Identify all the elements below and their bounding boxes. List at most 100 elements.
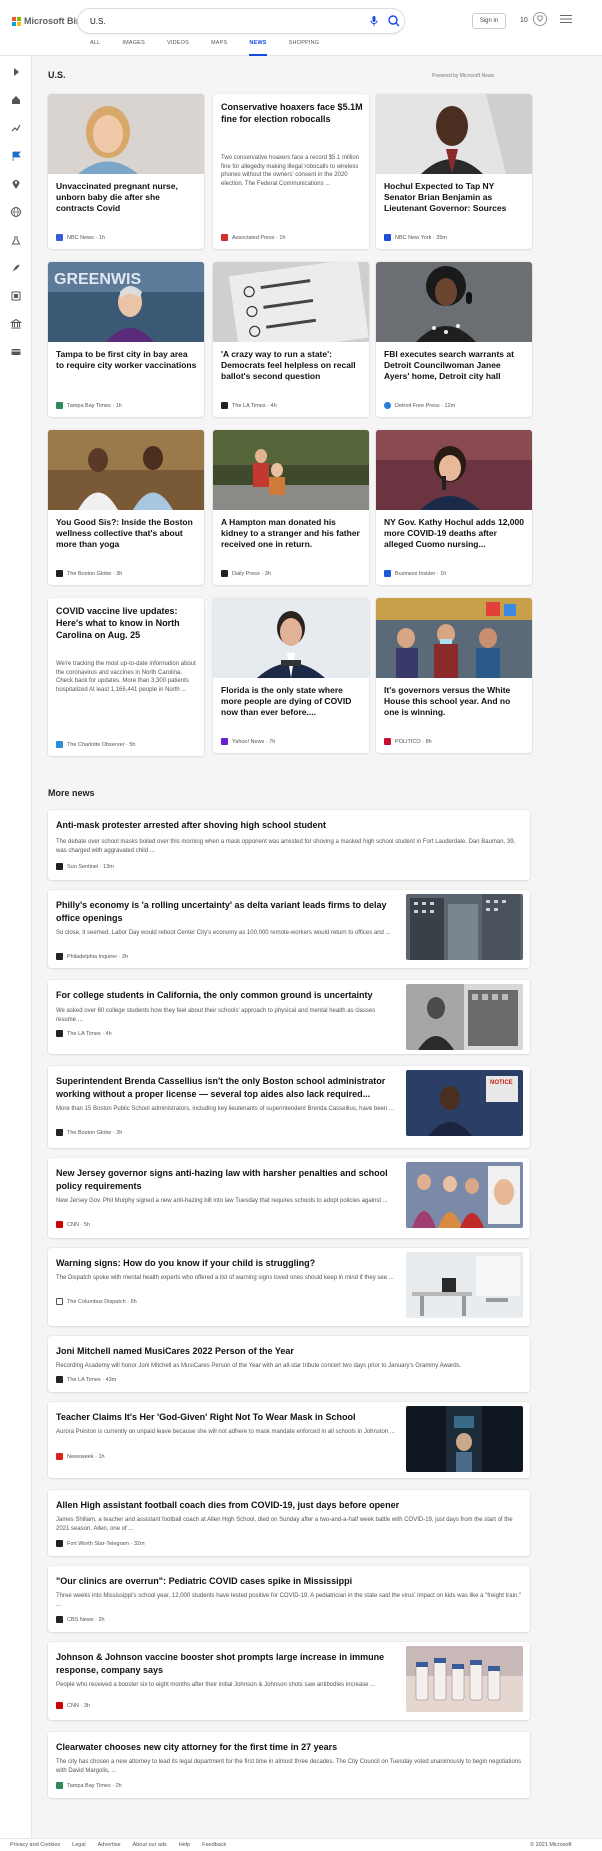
item-source: Fort Worth Star-Telegram · 32m [56,1540,145,1547]
card-headline[interactable]: A Hampton man donated his kidney to a st… [221,517,363,550]
item-description: The Dispatch spoke with mental health ex… [56,1275,394,1281]
rewards-trophy-icon[interactable] [533,12,547,26]
item-title[interactable]: Allen High assistant football coach dies… [56,1499,399,1512]
tab-images[interactable]: IMAGES [122,38,145,56]
card-headline[interactable]: NY Gov. Kathy Hochul adds 12,000 more CO… [384,517,526,550]
news-list-item[interactable]: "Our clinics are overrun": Pediatric COV… [48,1566,530,1632]
news-card[interactable]: Unvaccinated pregnant nurse, unborn baby… [48,94,204,249]
news-list-item[interactable]: Allen High assistant football coach dies… [48,1490,530,1556]
source-logo-icon [221,570,228,577]
rocket-icon[interactable] [10,262,22,274]
item-title[interactable]: Johnson & Johnson vaccine booster shot p… [56,1651,396,1677]
item-title[interactable]: New Jersey governor signs anti-hazing la… [56,1167,396,1193]
news-card[interactable]: NY Gov. Kathy Hochul adds 12,000 more CO… [376,430,532,585]
rewards-count[interactable]: 10 [520,17,528,24]
nurse-photo [48,94,204,174]
item-title[interactable]: "Our clinics are overrun": Pediatric COV… [56,1575,352,1588]
source-logo-icon [56,741,63,748]
news-card[interactable]: It's governors versus the White House th… [376,598,532,753]
news-card[interactable]: FBI executes search warrants at Detroit … [376,262,532,417]
college-student-thumbnail [406,984,523,1050]
trending-icon[interactable] [10,122,22,134]
footer-link-feedback[interactable]: Feedback [202,1842,226,1848]
footer-link-privacy[interactable]: Privacy and Cookies [10,1842,60,1848]
school-classroom-photo [376,598,532,678]
item-title[interactable]: Teacher Claims It's Her 'God-Given' Righ… [56,1411,396,1424]
news-card[interactable]: Florida is the only state where more peo… [213,598,369,753]
item-title[interactable]: Joni Mitchell named MusiCares 2022 Perso… [56,1345,294,1358]
news-card[interactable]: Conservative hoaxers face $5.1M fine for… [213,94,369,249]
councilwoman-photo [376,262,532,342]
footer-link-help[interactable]: Help [179,1842,190,1848]
card-headline[interactable]: Florida is the only state where more peo… [221,685,363,718]
source-logo-icon [56,1030,63,1037]
card-headline[interactable]: Hochul Expected to Tap NY Senator Brian … [384,181,526,214]
item-title[interactable]: Warning signs: How do you know if your c… [56,1257,396,1270]
news-list-item[interactable]: Philly's economy is 'a rolling uncertain… [48,890,530,968]
search-icon [388,15,400,27]
microsoft-logo-icon [12,16,21,26]
card-headline[interactable]: You Good Sis?: Inside the Boston wellnes… [56,517,198,550]
item-title[interactable]: Anti-mask protester arrested after shovi… [56,819,326,832]
news-list-item[interactable]: Anti-mask protester arrested after shovi… [48,810,530,880]
vaccine-vials-thumbnail [406,1646,523,1712]
card-headline[interactable]: Conservative hoaxers face $5.1M fine for… [221,101,363,125]
card-headline[interactable]: Tampa to be first city in bay area to re… [56,349,198,371]
bing-logo[interactable]: Microsoft Bing [12,14,87,28]
card-headline[interactable]: It's governors versus the White House th… [384,685,526,718]
hamburger-menu-icon[interactable] [560,14,572,24]
news-list-item[interactable]: Johnson & Johnson vaccine booster shot p… [48,1642,530,1720]
news-card[interactable]: 'A crazy way to run a state': Democrats … [213,262,369,417]
tab-all[interactable]: ALL [90,38,100,56]
news-list-item[interactable]: Joni Mitchell named MusiCares 2022 Perso… [48,1336,530,1392]
tab-maps[interactable]: MAPS [211,38,227,56]
item-source: The LA Times · 4h [56,1030,112,1037]
search-button[interactable] [384,11,404,31]
location-icon[interactable] [10,178,22,190]
search-box [78,9,404,33]
politics-icon[interactable] [10,318,22,330]
item-source: The Boston Globe · 2h [56,1129,122,1136]
news-list-item[interactable]: Teacher Claims It's Her 'God-Given' Righ… [48,1402,530,1478]
card-headline[interactable]: COVID vaccine live updates: Here's what … [56,605,198,641]
money-icon[interactable] [10,346,22,358]
item-title[interactable]: For college students in California, the … [56,989,396,1002]
card-headline[interactable]: Unvaccinated pregnant nurse, unborn baby… [56,181,198,214]
tab-videos[interactable]: VIDEOS [167,38,189,56]
news-list-item[interactable]: New Jersey governor signs anti-hazing la… [48,1158,530,1238]
flag-icon[interactable] [10,150,22,162]
card-headline[interactable]: FBI executes search warrants at Detroit … [384,349,526,382]
news-card[interactable]: A Hampton man donated his kidney to a st… [213,430,369,585]
item-description: The city has chosen a new attorney to le… [56,1759,522,1774]
tab-shopping[interactable]: SHOPPING [289,38,320,56]
globe-icon[interactable] [10,206,22,218]
news-card[interactable]: COVID vaccine live updates: Here's what … [48,598,204,756]
wellness-collective-photo [48,430,204,510]
card-headline[interactable]: 'A crazy way to run a state': Democrats … [221,349,363,382]
footer-link-advertise[interactable]: Advertise [98,1842,121,1848]
item-source: Tampa Bay Times · 2h [56,1782,122,1789]
science-icon[interactable] [10,234,22,246]
expand-icon[interactable] [10,66,22,78]
source-logo-icon [221,402,228,409]
sign-in-button[interactable]: Sign in [472,13,506,29]
item-title[interactable]: Philly's economy is 'a rolling uncertain… [56,899,396,925]
news-list-item[interactable]: Superintendent Brenda Cassellius isn't t… [48,1066,530,1148]
card-source: The Boston Globe · 3h [56,570,122,577]
home-icon[interactable] [10,94,22,106]
item-title[interactable]: Superintendent Brenda Cassellius isn't t… [56,1075,396,1101]
news-list-item[interactable]: For college students in California, the … [48,980,530,1054]
news-card[interactable]: GREENWIS Tampa to be first city in bay a… [48,262,204,417]
tab-news[interactable]: NEWS [249,38,267,56]
microphone-icon[interactable] [368,15,380,27]
footer-link-about-ads[interactable]: About our ads [133,1842,167,1848]
card-source: Associated Press · 1h [221,234,286,241]
news-list-item[interactable]: Clearwater chooses new city attorney for… [48,1732,530,1798]
item-title[interactable]: Clearwater chooses new city attorney for… [56,1741,337,1754]
footer-link-legal[interactable]: Legal [72,1842,85,1848]
search-input[interactable] [90,14,320,28]
news-list-item[interactable]: Warning signs: How do you know if your c… [48,1248,530,1326]
news-card[interactable]: You Good Sis?: Inside the Boston wellnes… [48,430,204,585]
news-card[interactable]: Hochul Expected to Tap NY Senator Brian … [376,94,532,249]
entertainment-icon[interactable] [10,290,22,302]
